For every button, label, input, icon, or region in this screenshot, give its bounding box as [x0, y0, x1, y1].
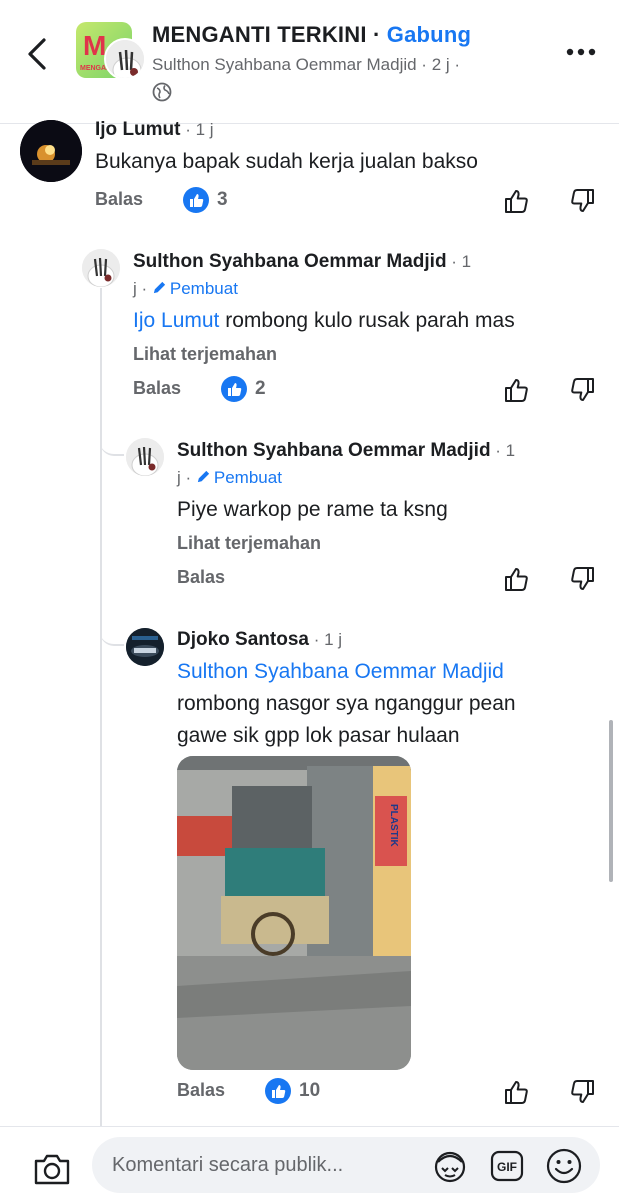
back-icon[interactable]	[22, 36, 54, 72]
thumbs-down-icon[interactable]	[568, 376, 596, 404]
see-translation-link[interactable]: Lihat terjemahan	[133, 344, 277, 365]
reply-button[interactable]: Balas	[133, 378, 181, 399]
group-title[interactable]: MENGANTI TERKINI · Gabung	[152, 22, 471, 48]
like-number: 10	[299, 1080, 321, 1101]
comment-text: Ijo Lumut rombong kulo rusak parah mas	[133, 305, 515, 337]
comment-avatar[interactable]	[82, 249, 120, 287]
post-header: M MENGANTI MENGANTI TERKINI · Gabung Sul…	[0, 0, 619, 124]
author-name[interactable]: Sulthon Syahbana Oemmar Madjid	[133, 251, 447, 272]
like-icon	[183, 187, 209, 213]
comment-body-line: gawe sik gpp lok pasar hulaan	[177, 724, 460, 747]
comment-avatar[interactable]	[126, 628, 164, 666]
comment-photo[interactable]: PLASTIK	[177, 756, 411, 1070]
thread-connector	[100, 610, 124, 646]
comment-author[interactable]: Sulthon Syahbana Oemmar Madjid · 1	[133, 251, 471, 273]
thumbs-down-icon[interactable]	[568, 565, 596, 593]
poster-line[interactable]: Sulthon Syahbana Oemmar Madjid · 2 j ·	[152, 55, 460, 75]
avatar-sticker-icon[interactable]	[432, 1148, 468, 1184]
like-count[interactable]: 3	[183, 187, 228, 213]
comment-text: Bukanya bapak sudah kerja jualan bakso	[95, 150, 478, 173]
comment-text: Piye warkop pe rame ta ksng	[177, 498, 448, 521]
join-button[interactable]: Gabung	[387, 22, 471, 47]
emoji-icon[interactable]	[545, 1147, 583, 1185]
author-badge: Pembuat	[196, 468, 282, 487]
like-icon	[221, 376, 247, 402]
author-name[interactable]: Sulthon Syahbana Oemmar Madjid	[177, 440, 491, 461]
comment-time: · 1	[490, 441, 516, 460]
like-number: 2	[255, 378, 266, 399]
svg-text:GIF: GIF	[497, 1160, 517, 1174]
comment-time: · 1	[446, 252, 472, 271]
thread-line	[100, 288, 102, 1126]
comment-meta: j · Pembuat	[133, 279, 238, 299]
see-translation-link[interactable]: Lihat terjemahan	[177, 533, 321, 554]
scrollbar[interactable]	[609, 720, 613, 882]
comment-time: · 1 j	[180, 120, 214, 139]
comment-text: Sulthon Syahbana Oemmar Madjid rombong n…	[177, 656, 516, 752]
more-icon[interactable]	[564, 40, 598, 64]
author-badge-label: Pembuat	[169, 279, 238, 298]
comment-body: rombong kulo rusak parah mas	[219, 309, 515, 332]
photo-sign-text: PLASTIK	[388, 804, 399, 848]
comment-author[interactable]: Djoko Santosa · 1 j	[177, 629, 342, 651]
author-name[interactable]: Djoko Santosa	[177, 629, 309, 650]
globe-icon	[152, 82, 172, 102]
author-badge: Pembuat	[152, 279, 238, 298]
thumbs-up-icon[interactable]	[503, 565, 531, 593]
pencil-icon	[153, 281, 166, 294]
comment-avatar[interactable]	[20, 120, 82, 182]
like-count[interactable]: 10	[265, 1078, 320, 1104]
reply-button[interactable]: Balas	[177, 1080, 225, 1101]
comment-body-line: rombong nasgor sya nganggur pean	[177, 692, 516, 715]
comment-meta: j · Pembuat	[177, 468, 282, 488]
reply-button[interactable]: Balas	[177, 567, 225, 588]
comment-author[interactable]: Sulthon Syahbana Oemmar Madjid · 1	[177, 440, 515, 462]
camera-icon[interactable]	[32, 1151, 72, 1187]
comment-time-cont: j ·	[177, 468, 196, 487]
comment-composer: GIF	[0, 1126, 619, 1200]
group-logo-letter: M	[83, 30, 107, 61]
reply-button[interactable]: Balas	[95, 189, 143, 210]
mention-link[interactable]: Ijo Lumut	[133, 309, 219, 332]
comment-avatar[interactable]	[126, 438, 164, 476]
thumbs-up-icon[interactable]	[503, 187, 531, 215]
author-badge-label: Pembuat	[213, 468, 282, 487]
thread-connector	[100, 420, 124, 456]
title-separator: ·	[366, 22, 387, 47]
comment-time: · 1 j	[308, 630, 343, 649]
like-number: 3	[217, 189, 228, 210]
like-icon	[265, 1078, 291, 1104]
mention-link[interactable]: Sulthon Syahbana Oemmar Madjid	[177, 656, 516, 688]
thumbs-up-icon[interactable]	[503, 376, 531, 404]
author-name[interactable]: Ijo Lumut	[95, 119, 180, 140]
thumbs-down-icon[interactable]	[568, 1078, 596, 1106]
like-count[interactable]: 2	[221, 376, 266, 402]
gif-icon[interactable]: GIF	[489, 1148, 525, 1184]
poster-avatar[interactable]	[104, 38, 146, 80]
comment-time-cont: j ·	[133, 279, 152, 298]
comment-author[interactable]: Ijo Lumut · 1 j	[95, 119, 214, 141]
thumbs-up-icon[interactable]	[503, 1078, 531, 1106]
pencil-icon	[197, 470, 210, 483]
group-name[interactable]: MENGANTI TERKINI	[152, 22, 367, 47]
thumbs-down-icon[interactable]	[568, 187, 596, 215]
